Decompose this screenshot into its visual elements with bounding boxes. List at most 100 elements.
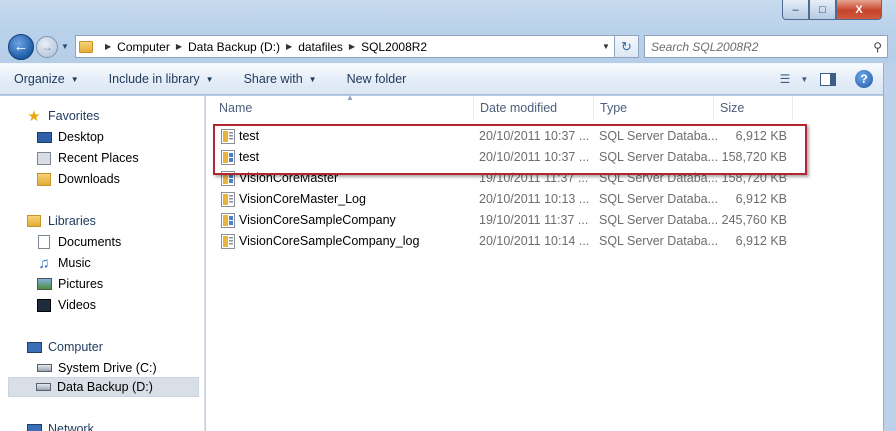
file-name: VisionCoreSampleCompany_log bbox=[239, 234, 420, 248]
chevron-down-icon: ▼ bbox=[61, 42, 69, 51]
file-name: VisionCoreSampleCompany bbox=[239, 213, 396, 227]
breadcrumb: ▶ Computer ▶ Data Backup (D:) ▶ datafile… bbox=[99, 40, 427, 54]
sql-log-file-icon bbox=[221, 234, 235, 249]
refresh-icon: ↻ bbox=[621, 38, 632, 54]
sidebar-item-pictures[interactable]: Pictures bbox=[36, 276, 103, 292]
chevron-down-icon: ▼ bbox=[70, 74, 79, 84]
sidebar-item-desktop[interactable]: Desktop bbox=[36, 129, 104, 145]
toolbar-right: ☰ ▼ ? bbox=[771, 70, 873, 88]
breadcrumb-separator-icon[interactable]: ▶ bbox=[176, 42, 182, 51]
preview-pane-button[interactable] bbox=[817, 70, 839, 88]
sidebar-item-music[interactable]: ♫ Music bbox=[36, 254, 91, 272]
sidebar-item-recent-places[interactable]: Recent Places bbox=[36, 150, 139, 166]
column-header-size[interactable]: Size bbox=[713, 96, 793, 120]
window-frame-right bbox=[883, 63, 896, 431]
sidebar-item-label: System Drive (C:) bbox=[58, 361, 157, 375]
sidebar-item-label: Downloads bbox=[58, 172, 120, 186]
address-dropdown-icon[interactable]: ▼ bbox=[598, 42, 614, 51]
table-row[interactable]: VisionCoreSampleCompany 19/10/2011 11:37 … bbox=[215, 210, 795, 231]
sql-log-file-icon bbox=[221, 192, 235, 207]
refresh-button[interactable]: ↻ bbox=[615, 35, 639, 58]
details-view-icon: ☰ bbox=[779, 72, 791, 86]
file-size: 6,912 KB bbox=[735, 234, 787, 248]
music-icon: ♫ bbox=[38, 254, 50, 272]
star-icon: ★ bbox=[27, 108, 41, 125]
drive-icon bbox=[35, 379, 51, 395]
search-placeholder: Search SQL2008R2 bbox=[651, 39, 759, 54]
recent-pages-dropdown[interactable]: ▼ bbox=[61, 42, 73, 51]
navigation-pane: ★ Favorites Desktop Recent Places Downloa… bbox=[0, 96, 205, 431]
sidebar-favorites[interactable]: ★ Favorites bbox=[26, 108, 99, 125]
breadcrumb-separator-icon[interactable]: ▶ bbox=[286, 42, 292, 51]
minimize-button[interactable]: – bbox=[782, 0, 809, 20]
share-with-button[interactable]: Share with ▼ bbox=[244, 72, 317, 86]
breadcrumb-separator-icon[interactable]: ▶ bbox=[349, 42, 355, 51]
search-input[interactable]: Search SQL2008R2 ⚲ bbox=[644, 35, 888, 58]
file-type: SQL Server Databa... bbox=[599, 192, 719, 206]
maximize-button[interactable]: □ bbox=[809, 0, 836, 20]
sidebar-item-label: Documents bbox=[58, 235, 122, 249]
search-icon[interactable]: ⚲ bbox=[873, 40, 882, 54]
caption-buttons: – □ X bbox=[782, 0, 882, 20]
include-in-library-label: Include in library bbox=[108, 72, 200, 86]
sidebar-computer[interactable]: Computer bbox=[26, 339, 103, 355]
forward-button[interactable]: → bbox=[36, 35, 58, 58]
address-bar[interactable]: ▶ Computer ▶ Data Backup (D:) ▶ datafile… bbox=[75, 35, 615, 58]
breadcrumb-separator-icon[interactable]: ▶ bbox=[105, 42, 111, 51]
organize-label: Organize bbox=[14, 72, 65, 86]
chevron-down-icon: ▼ bbox=[308, 74, 317, 84]
organize-button[interactable]: Organize ▼ bbox=[14, 72, 79, 86]
pictures-icon bbox=[36, 276, 52, 292]
table-row[interactable]: VisionCoreSampleCompany_log 20/10/2011 10… bbox=[215, 231, 795, 252]
column-header-type[interactable]: Type bbox=[593, 96, 714, 120]
back-button[interactable]: ← bbox=[8, 33, 34, 60]
breadcrumb-computer[interactable]: Computer bbox=[117, 40, 170, 54]
chevron-down-icon: ▼ bbox=[205, 74, 214, 84]
new-folder-button[interactable]: New folder bbox=[347, 72, 407, 86]
sidebar-item-downloads[interactable]: Downloads bbox=[36, 171, 120, 187]
sidebar-item-label: Music bbox=[58, 256, 91, 270]
command-bar: Organize ▼ Include in library ▼ Share with… bbox=[0, 63, 883, 95]
column-header-date[interactable]: Date modified bbox=[473, 96, 594, 120]
include-in-library-button[interactable]: Include in library ▼ bbox=[109, 72, 214, 86]
libraries-icon bbox=[26, 213, 42, 229]
breadcrumb-data-backup[interactable]: Data Backup (D:) bbox=[188, 40, 280, 54]
file-size: 6,912 KB bbox=[735, 192, 787, 206]
videos-icon bbox=[36, 297, 52, 313]
view-options-button[interactable]: ☰ ▼ bbox=[779, 70, 809, 88]
explorer-window: – □ X ← → ▼ ▶ Computer ▶ Data Backup (D:… bbox=[0, 0, 896, 431]
breadcrumb-sql2008r2[interactable]: SQL2008R2 bbox=[361, 40, 427, 54]
sidebar-item-videos[interactable]: Videos bbox=[36, 297, 96, 313]
sidebar-network[interactable]: Network bbox=[26, 421, 94, 431]
preview-pane-icon bbox=[820, 72, 836, 86]
sidebar-item-system-drive[interactable]: System Drive (C:) bbox=[36, 360, 157, 376]
file-date-modified: 20/10/2011 10:13 ... bbox=[479, 192, 590, 206]
file-type: SQL Server Databa... bbox=[599, 234, 719, 248]
sidebar-libraries[interactable]: Libraries bbox=[26, 213, 96, 229]
documents-icon bbox=[36, 234, 52, 250]
sidebar-item-data-backup[interactable]: Data Backup (D:) bbox=[8, 377, 199, 397]
sidebar-item-documents[interactable]: Documents bbox=[36, 234, 121, 250]
column-header-label: Name bbox=[219, 101, 253, 115]
close-button[interactable]: X bbox=[836, 0, 882, 20]
share-with-label: Share with bbox=[243, 72, 303, 86]
table-row[interactable]: VisionCoreMaster_Log 20/10/2011 10:13 ...… bbox=[215, 189, 795, 210]
recent-places-icon bbox=[36, 150, 52, 166]
sidebar-item-label: Videos bbox=[58, 298, 96, 312]
downloads-icon bbox=[36, 171, 52, 187]
column-header-label: Size bbox=[720, 101, 745, 115]
breadcrumb-datafiles[interactable]: datafiles bbox=[298, 40, 343, 54]
help-button[interactable]: ? bbox=[855, 70, 873, 88]
new-folder-label: New folder bbox=[346, 72, 407, 86]
file-date-modified: 20/10/2011 10:14 ... bbox=[479, 234, 590, 248]
help-icon: ? bbox=[860, 72, 868, 86]
sidebar-item-label: Recent Places bbox=[58, 151, 139, 165]
column-header-label: Date modified bbox=[480, 101, 558, 115]
highlight-box bbox=[213, 124, 807, 175]
file-date-modified: 19/10/2011 11:37 ... bbox=[479, 213, 589, 227]
column-header-label: Type bbox=[600, 101, 628, 115]
file-type: SQL Server Databa... bbox=[599, 213, 719, 227]
navigation-bar: ← → ▼ ▶ Computer ▶ Data Backup (D:) ▶ da… bbox=[8, 33, 888, 60]
network-icon bbox=[26, 421, 42, 431]
column-header-name[interactable]: Name ▲ bbox=[212, 93, 474, 120]
